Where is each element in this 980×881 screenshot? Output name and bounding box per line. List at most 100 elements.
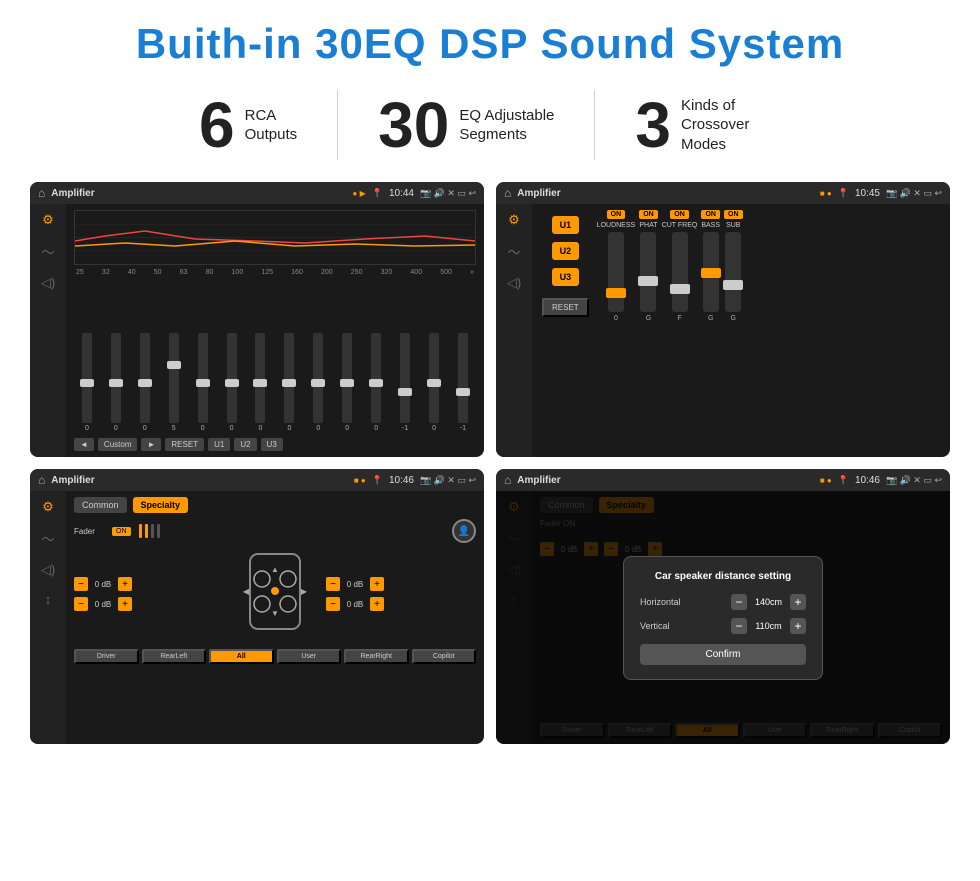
eq-content: ⚙ 〜 ◁) <box>30 204 484 457</box>
tab-common[interactable]: Common <box>74 497 127 513</box>
u1-btn[interactable]: U1 <box>552 216 580 234</box>
dialog-box: Car speaker distance setting Horizontal … <box>623 556 823 680</box>
eq-slider-9: 0 <box>305 333 331 432</box>
db-control-1: − 0 dB + <box>74 577 224 591</box>
arrow-icon-3[interactable]: ↕ <box>45 592 52 607</box>
vol-icon[interactable]: ◁) <box>41 275 55 291</box>
eq-slider-14: -1 <box>450 333 476 432</box>
location-icon: 📍 <box>372 188 383 199</box>
eq-slider-12: -1 <box>392 333 418 432</box>
wave-icon-3[interactable]: 〜 <box>41 529 54 548</box>
eq-prev-btn[interactable]: ◄ <box>74 438 94 451</box>
db-plus-4[interactable]: + <box>370 597 384 611</box>
fader-row: Fader ON 👤 <box>74 519 476 543</box>
status-dots-dialog: ■ ● <box>820 476 832 485</box>
fader-person-icon: 👤 <box>452 519 476 543</box>
status-time-dialog: 10:46 <box>855 475 880 486</box>
btn-user[interactable]: User <box>277 649 342 664</box>
status-icons-eq: 📷 🔊 ✕ ▭ ↩ <box>420 188 476 199</box>
status-dots-fader: ■ ● <box>354 476 366 485</box>
dialog-title: Car speaker distance setting <box>640 571 806 582</box>
eq-custom-btn[interactable]: Custom <box>98 438 138 451</box>
tab-specialty[interactable]: Specialty <box>133 497 189 513</box>
eq-track-1[interactable] <box>82 333 92 423</box>
db-minus-4[interactable]: − <box>326 597 340 611</box>
wave-icon-2[interactable]: 〜 <box>507 242 520 261</box>
status-dots-eq: ● ▶ <box>353 189 366 198</box>
confirm-button[interactable]: Confirm <box>640 644 806 665</box>
db-value-4: 0 dB <box>343 600 367 609</box>
location-icon-2: 📍 <box>838 188 849 199</box>
cross-sidebar: ⚙ 〜 ◁) <box>496 204 532 457</box>
eq-reset-btn[interactable]: RESET <box>165 438 204 451</box>
status-bar-fader: ⌂ Amplifier ■ ● 📍 10:46 📷 🔊 ✕ ▭ ↩ <box>30 469 484 491</box>
eq-sidebar: ⚙ 〜 ◁) <box>30 204 66 457</box>
app-name-eq: Amplifier <box>51 188 346 199</box>
app-name-fader: Amplifier <box>51 475 348 486</box>
btn-rearleft[interactable]: RearLeft <box>142 649 207 664</box>
eq-graph <box>74 210 476 265</box>
cross-main: U1 U2 U3 RESET ON LOUDNESS 0 <box>532 204 950 457</box>
app-name-dialog: Amplifier <box>517 475 814 486</box>
btn-copilot[interactable]: Copilot <box>412 649 477 664</box>
db-plus-1[interactable]: + <box>118 577 132 591</box>
eq-u2-btn[interactable]: U2 <box>234 438 256 451</box>
fader-screen: ⌂ Amplifier ■ ● 📍 10:46 📷 🔊 ✕ ▭ ↩ ⚙ 〜 ◁)… <box>30 469 484 744</box>
eq-sliders: 0 0 0 5 <box>74 280 476 432</box>
btn-rearright[interactable]: RearRight <box>344 649 409 664</box>
eq-freq-labels: 253240506380100125160200250320400500 » <box>74 269 476 276</box>
eq-icon-3[interactable]: ⚙ <box>42 499 54 515</box>
vol-icon-3[interactable]: ◁) <box>41 562 55 578</box>
stat-rca: 6 RCAOutputs <box>159 93 337 157</box>
dialog-val-h: 140cm <box>751 597 786 607</box>
fader-main: Common Specialty Fader ON 👤 <box>66 491 484 744</box>
eq-icon-2[interactable]: ⚙ <box>508 212 520 228</box>
eq-u3-btn[interactable]: U3 <box>261 438 283 451</box>
page-title: Buith-in 30EQ DSP Sound System <box>30 20 950 68</box>
db-plus-3[interactable]: + <box>370 577 384 591</box>
car-diagram: ▲ ▼ ◀ ▶ <box>230 549 320 639</box>
fader-h-sliders <box>139 524 160 538</box>
btn-all[interactable]: All <box>209 649 274 664</box>
status-time-cross: 10:45 <box>855 188 880 199</box>
stat-label-rca: RCAOutputs <box>245 106 298 145</box>
btn-driver[interactable]: Driver <box>74 649 139 664</box>
u2-btn[interactable]: U2 <box>552 242 580 260</box>
ch-phat: ON PHAT G <box>639 210 658 451</box>
svg-text:▲: ▲ <box>271 565 279 574</box>
dialog-overlay: Car speaker distance setting Horizontal … <box>496 491 950 744</box>
vol-icon-2[interactable]: ◁) <box>507 275 521 291</box>
dialog-label-horizontal: Horizontal <box>640 597 681 607</box>
eq-main: 253240506380100125160200250320400500 » 0… <box>66 204 484 457</box>
eq-play-btn[interactable]: ► <box>141 438 161 451</box>
eq-icon[interactable]: ⚙ <box>42 212 54 228</box>
db-minus-3[interactable]: − <box>326 577 340 591</box>
db-minus-1[interactable]: − <box>74 577 88 591</box>
dialog-ctrl-horizontal: − 140cm + <box>731 594 806 610</box>
dialog-plus-v[interactable]: + <box>790 618 806 634</box>
status-icons-fader: 📷 🔊 ✕ ▭ ↩ <box>420 475 476 486</box>
db-plus-2[interactable]: + <box>118 597 132 611</box>
u3-btn[interactable]: U3 <box>552 268 580 286</box>
stat-label-crossover: Kinds ofCrossover Modes <box>681 96 781 155</box>
wave-icon[interactable]: 〜 <box>41 242 54 261</box>
ch-bass: ON BASS G <box>701 210 720 451</box>
status-icons-dialog: 📷 🔊 ✕ ▭ ↩ <box>886 475 942 486</box>
ch-sub: ON SUB G <box>724 210 743 451</box>
dialog-plus-h[interactable]: + <box>790 594 806 610</box>
db-minus-2[interactable]: − <box>74 597 88 611</box>
cross-reset-btn[interactable]: RESET <box>542 298 589 317</box>
eq-slider-1: 0 <box>74 333 100 432</box>
fader-bottom-btns: Driver RearLeft All User RearRight Copil… <box>74 649 476 664</box>
dialog-minus-h[interactable]: − <box>731 594 747 610</box>
svg-text:▶: ▶ <box>301 587 308 596</box>
eq-slider-13: 0 <box>421 333 447 432</box>
screenshots-grid: ⌂ Amplifier ● ▶ 📍 10:44 📷 🔊 ✕ ▭ ↩ ⚙ 〜 ◁) <box>30 182 950 744</box>
home-icon-3: ⌂ <box>38 473 45 487</box>
u-buttons-col: U1 U2 U3 RESET <box>538 210 593 451</box>
dialog-minus-v[interactable]: − <box>731 618 747 634</box>
db-value-2: 0 dB <box>91 600 115 609</box>
fader-content: ⚙ 〜 ◁) ↕ Common Specialty Fader ON <box>30 491 484 744</box>
eq-u1-btn[interactable]: U1 <box>208 438 230 451</box>
stat-crossover: 3 Kinds ofCrossover Modes <box>595 93 821 157</box>
